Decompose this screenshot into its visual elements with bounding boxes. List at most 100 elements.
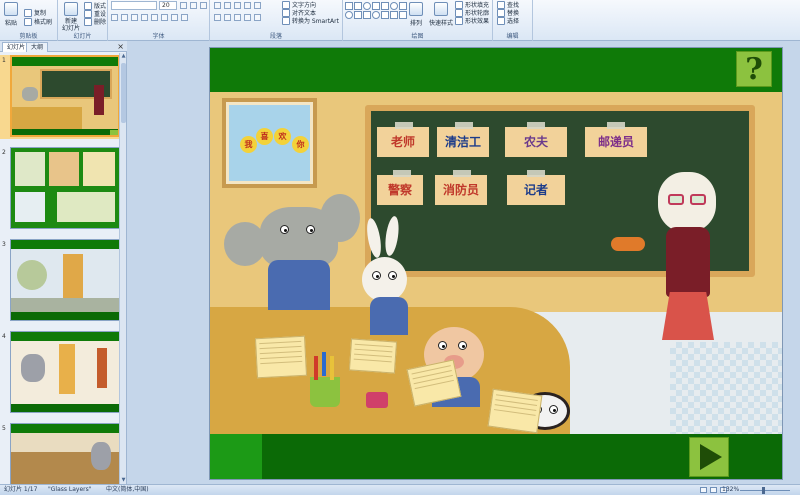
flower-4: 你: [292, 136, 309, 153]
flower-2: 喜: [256, 128, 273, 145]
drawing-group: 排列 快速样式 形状填充 形状轮廓 形状效果 绘图: [343, 0, 493, 41]
panel-scrollbar[interactable]: ▲ ▼: [119, 53, 126, 484]
align-buttons: [214, 14, 261, 21]
zoom-level[interactable]: 132%: [722, 485, 739, 495]
window-picture: 我 喜 欢 你: [222, 98, 317, 188]
slides-label: 幻灯片: [73, 33, 92, 40]
cat-teacher-skirt: [662, 292, 714, 340]
quick-styles-icon: [434, 2, 448, 16]
smartart-icon: [282, 16, 290, 25]
slide-thumbnail-5[interactable]: 5: [0, 423, 120, 484]
close-panel-icon[interactable]: ×: [117, 42, 124, 51]
scroll-thumb[interactable]: [121, 63, 126, 123]
eraser: [611, 237, 645, 251]
delete-button[interactable]: 删除: [84, 17, 106, 26]
shapes-gallery[interactable]: [345, 2, 407, 29]
clear-format-icon[interactable]: [200, 2, 207, 9]
floor-tiles: [670, 342, 782, 434]
arrange-button[interactable]: 排列: [409, 2, 423, 27]
shrink-font-icon[interactable]: [190, 2, 197, 9]
zoom-slider[interactable]: [740, 487, 790, 494]
paragraph-group: 文字方向 对齐文本 转换为 SmartArt 段落: [210, 0, 343, 41]
decrease-indent-icon[interactable]: [234, 2, 241, 9]
font-size-box[interactable]: 20: [159, 1, 177, 10]
new-slide-button[interactable]: 新建 幻灯片: [62, 2, 80, 32]
columns-icon[interactable]: [254, 14, 261, 21]
scroll-down-icon[interactable]: ▼: [120, 477, 127, 484]
elephant-body: [268, 260, 330, 310]
align-right-icon[interactable]: [234, 14, 241, 21]
italic-icon[interactable]: [121, 14, 128, 21]
card-reporter[interactable]: 记者: [507, 170, 565, 205]
copy-icon: [24, 8, 32, 17]
slide-thumbnail-3[interactable]: 3: [0, 239, 120, 323]
card-postman[interactable]: 邮递员: [585, 122, 647, 157]
thumbnail-image-5: [10, 423, 120, 484]
card-teacher[interactable]: 老师: [377, 122, 429, 157]
pencil-cup: [310, 377, 340, 407]
align-center-icon[interactable]: [224, 14, 231, 21]
quick-styles-button[interactable]: 快速样式: [429, 2, 453, 27]
slide-thumbnail-1[interactable]: 1: [0, 55, 120, 139]
underline-icon[interactable]: [131, 14, 138, 21]
tab-outline[interactable]: 大纲: [26, 42, 49, 52]
classroom-illustration: 我 喜 欢 你 老师 清洁工 农夫 邮递员 警察 消防员 记者: [210, 92, 782, 434]
sorter-view-icon[interactable]: [710, 487, 717, 493]
flower-3: 欢: [274, 128, 291, 145]
next-play-button[interactable]: [689, 437, 729, 477]
new-slide-icon: [64, 2, 78, 16]
language-indicator[interactable]: 中文(简体,中国): [106, 485, 149, 495]
spacing-icon[interactable]: [161, 14, 168, 21]
align-left-icon[interactable]: [214, 14, 221, 21]
sharpener: [366, 392, 388, 408]
slide-top-bar: ?: [210, 48, 782, 92]
shadow-icon[interactable]: [151, 14, 158, 21]
arrange-icon: [409, 2, 423, 16]
slide-count: 幻灯片 1/17: [4, 486, 38, 493]
font-name-box[interactable]: [111, 1, 157, 10]
line-spacing-icon[interactable]: [254, 2, 261, 9]
increase-indent-icon[interactable]: [244, 2, 251, 9]
drawing-label: 绘图: [411, 33, 424, 40]
help-question-button[interactable]: ?: [736, 51, 772, 87]
card-firefighter[interactable]: 消防员: [435, 170, 487, 205]
editing-label: 编辑: [506, 33, 519, 40]
card-police[interactable]: 警察: [377, 170, 423, 205]
font-label: 字体: [152, 33, 165, 40]
slides-group: 新建 幻灯片 版式 重设 删除 幻灯片: [58, 0, 108, 41]
paste-button[interactable]: 粘贴: [4, 2, 18, 27]
font-grow-shrink: [180, 2, 207, 9]
format-painter-button[interactable]: 格式刷: [24, 17, 52, 26]
scroll-up-icon[interactable]: ▲: [120, 53, 127, 60]
smartart-button[interactable]: 转换为 SmartArt: [282, 16, 339, 25]
slides-panel: 幻灯片 大纲 × 1 2 3 4 5 ▲ ▼: [0, 41, 127, 484]
card-farmer[interactable]: 农夫: [505, 122, 567, 157]
slide-bottom-bar: [210, 434, 782, 479]
copy-button[interactable]: 复制: [24, 8, 46, 17]
bullets-icon[interactable]: [214, 2, 221, 9]
list-buttons: [214, 2, 261, 9]
status-bar: 幻灯片 1/17 "Glass Layers" 中文(简体,中国) 132%: [0, 484, 800, 495]
grow-font-icon[interactable]: [180, 2, 187, 9]
delete-icon: [84, 17, 92, 26]
font-color-icon[interactable]: [181, 14, 188, 21]
select-icon: [497, 16, 505, 25]
numbering-icon[interactable]: [224, 2, 231, 9]
card-cleaner[interactable]: 清洁工: [437, 122, 489, 157]
case-icon[interactable]: [171, 14, 178, 21]
paste-icon: [4, 2, 18, 16]
play-icon: [700, 444, 722, 470]
ribbon: 粘贴 复制 格式刷 剪贴板 新建 幻灯片 版式 重设 删除 幻灯片 20 字体 …: [0, 0, 800, 41]
normal-view-icon[interactable]: [700, 487, 707, 493]
bold-icon[interactable]: [111, 14, 118, 21]
clipboard-label: 剪贴板: [19, 33, 38, 40]
slide-thumbnail-4[interactable]: 4: [0, 331, 120, 415]
shape-effects-button[interactable]: 形状效果: [455, 16, 489, 25]
slide-canvas[interactable]: ? 我 喜 欢 你 老师 清洁工 农夫 邮递员 警察 消防员 记者: [209, 47, 783, 480]
select-button[interactable]: 选择: [497, 16, 519, 25]
justify-icon[interactable]: [244, 14, 251, 21]
theme-name: "Glass Layers": [48, 486, 92, 493]
thumbnail-image-3: [10, 239, 120, 321]
slide-thumbnail-2[interactable]: 2: [0, 147, 120, 231]
strikethrough-icon[interactable]: [141, 14, 148, 21]
